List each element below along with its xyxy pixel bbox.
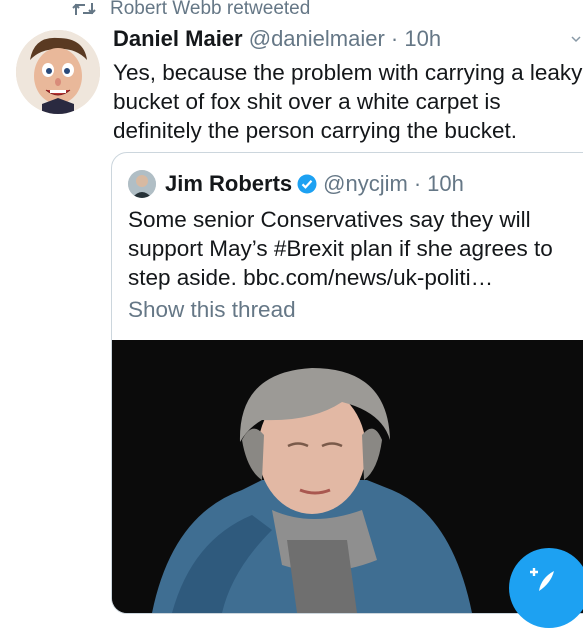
retweet-label[interactable]: Robert Webb retweeted — [110, 0, 310, 20]
verified-badge-icon — [297, 174, 317, 194]
quoted-text: Some senior Conservatives say they will … — [128, 207, 553, 290]
author-name[interactable]: Daniel Maier — [113, 26, 243, 51]
quoted-handle[interactable]: @nycjim — [323, 171, 408, 197]
quoted-time[interactable]: 10h — [427, 171, 464, 197]
quoted-tweet-header: Jim Roberts @nycjim · 10h — [128, 170, 464, 198]
avatar[interactable] — [16, 30, 100, 114]
compose-tweet-icon — [530, 568, 554, 591]
show-thread-link[interactable]: Show this thread — [128, 297, 296, 323]
retweet-context: Robert Webb retweeted — [72, 0, 310, 20]
tweet-time[interactable]: 10h — [404, 26, 441, 51]
compose-tweet-button[interactable] — [509, 548, 583, 628]
chevron-down-icon[interactable] — [571, 34, 581, 44]
tweet-text: Yes, because the problem with carrying a… — [113, 60, 583, 143]
tweet-header: Daniel Maier @danielmaier · 10h — [113, 26, 441, 52]
quoted-tweet[interactable]: Jim Roberts @nycjim · 10h Some senior Co… — [111, 152, 583, 614]
author-handle[interactable]: @danielmaier — [249, 26, 385, 51]
separator-dot: · — [390, 26, 399, 51]
quoted-avatar[interactable] — [128, 170, 156, 198]
separator-dot: · — [413, 171, 422, 196]
retweet-icon — [72, 3, 96, 15]
quoted-author-name[interactable]: Jim Roberts — [165, 171, 292, 197]
